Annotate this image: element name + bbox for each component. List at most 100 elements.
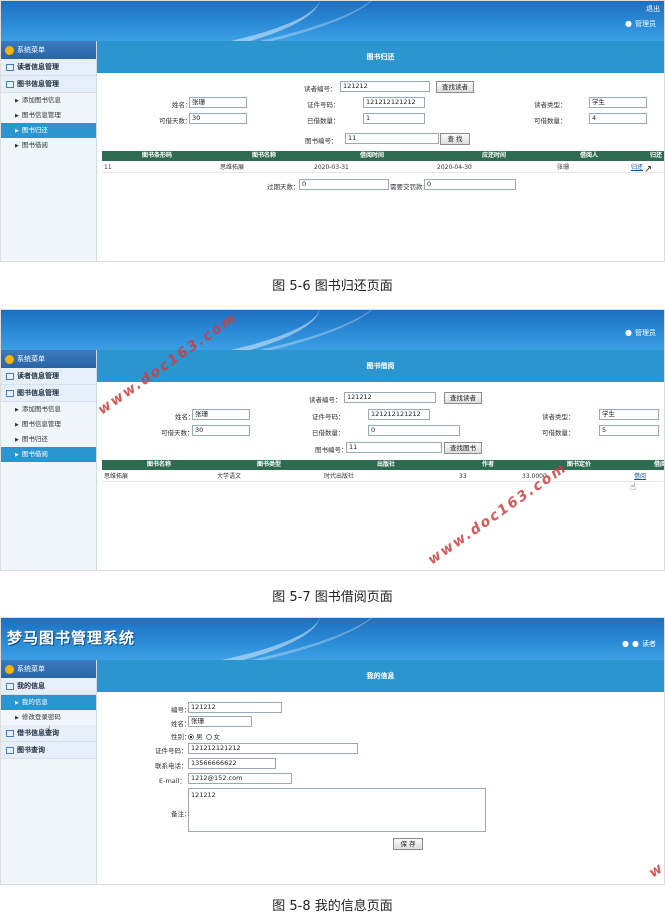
book-no-input[interactable]: 11: [346, 442, 442, 453]
sidebar-group-reader[interactable]: 读者信息管理: [1, 368, 96, 385]
cell-borrow-date: 2020-03-31: [314, 164, 349, 171]
sidebar-item-manage[interactable]: ▶ 图书信息管理: [1, 108, 96, 123]
allowed-field[interactable]: 5: [599, 425, 659, 436]
phone-field[interactable]: 13566666622: [188, 758, 276, 769]
book-no-input[interactable]: 11: [345, 133, 439, 144]
sidebar: 系统菜单 我的信息 ▶ 我的信息 ▶ 修改登录密码 借书信息查询 图书查询: [1, 660, 97, 884]
email-field[interactable]: 1212@152.com: [188, 773, 292, 784]
admin-user[interactable]: ● 管理员: [625, 328, 656, 338]
sidebar-item-return[interactable]: ▶ 图书归还: [1, 432, 96, 447]
overdue-field[interactable]: 0: [299, 179, 389, 190]
id-field[interactable]: 121212121212: [368, 409, 430, 420]
id-field[interactable]: 121212121212: [188, 743, 358, 754]
caret-right-icon: ▶: [15, 407, 19, 413]
caption-fig-5-8: 图 5-8 我的信息页面: [272, 899, 393, 914]
cell-title: 思维拓展: [220, 164, 245, 171]
fine-field[interactable]: 0: [424, 179, 516, 190]
sidebar-item-add[interactable]: ▶ 添加图书信息: [1, 402, 96, 417]
sidebar-item-myinfo[interactable]: ▶ 我的信息: [1, 695, 96, 710]
sidebar-head: 系统菜单: [1, 350, 96, 368]
folder-icon: [6, 729, 14, 737]
sidebar-group-mine[interactable]: 我的信息: [1, 678, 96, 695]
allowed-field[interactable]: 4: [589, 113, 647, 124]
sidebar-item-borrow[interactable]: ▶ 图书借阅: [1, 447, 96, 462]
find-button[interactable]: 查 找: [440, 133, 470, 145]
sidebar-group-book[interactable]: 图书信息管理: [1, 385, 96, 402]
header-banner: ● 管理员 退出: [1, 1, 664, 41]
overdue-label: 过期天数：: [267, 183, 300, 191]
admin-user[interactable]: ● 管理员: [625, 19, 656, 29]
caret-right-icon: ▶: [15, 437, 19, 443]
sidebar-item-borrow[interactable]: ▶ 图书借阅: [1, 138, 96, 153]
days-label: 可借天数：: [159, 117, 192, 125]
admin-label: 管理员: [635, 329, 656, 337]
page-title: 我的信息: [97, 660, 664, 692]
user-icon: ●: [625, 328, 632, 337]
cell-author: 33: [459, 473, 467, 480]
borrow-link[interactable]: 借阅: [634, 472, 646, 482]
logout-link[interactable]: 退出: [646, 4, 660, 14]
col-barcode: 图书条形码: [142, 152, 173, 159]
app-title: 梦马图书管理系统: [7, 629, 136, 647]
return-link[interactable]: 归还: [631, 163, 643, 173]
reader-no-label: 读者编号：: [309, 396, 342, 404]
radio-female[interactable]: [205, 734, 212, 740]
id-field[interactable]: 121212121212: [363, 97, 425, 108]
type-field[interactable]: 学生: [589, 97, 647, 108]
chat-icon: [6, 682, 14, 690]
sidebar-group-reader[interactable]: 读者信息管理: [1, 59, 96, 76]
reader-user[interactable]: ● ● 读者: [622, 639, 656, 649]
type-field[interactable]: 学生: [599, 409, 659, 420]
table-row: 思维拓展 大学语文 时代出版社 33 33.0000 借阅: [102, 472, 664, 482]
col-borrow: 借阅: [654, 461, 665, 468]
admin-label: 管理员: [635, 20, 656, 28]
main-content: 图书借阅 读者编号： 121212 查找读者 姓名： 张珊 证件号码： 1212…: [97, 350, 664, 570]
days-label: 可借天数：: [161, 429, 194, 437]
days-field[interactable]: 30: [189, 113, 247, 124]
col-title: 图书名称: [147, 461, 172, 468]
name-field[interactable]: 张珊: [189, 97, 247, 108]
col-borrow-date: 借阅时间: [360, 152, 385, 159]
name-field[interactable]: 张珊: [188, 716, 252, 727]
sidebar-item-add[interactable]: ▶ 添加图书信息: [1, 93, 96, 108]
sidebar-group-book[interactable]: 图书信息管理: [1, 76, 96, 93]
days-field[interactable]: 30: [192, 425, 250, 436]
hand-cursor-icon: ☝: [630, 482, 637, 493]
caret-right-icon: ▶: [15, 700, 19, 706]
caret-right-icon: ▶: [15, 113, 19, 119]
edit-icon: [6, 746, 14, 754]
find-reader-button[interactable]: 查找读者: [436, 81, 474, 93]
borrowed-field[interactable]: 1: [363, 113, 425, 124]
find-reader-button[interactable]: 查找读者: [444, 392, 482, 404]
reader-no-label: 读者编号：: [304, 85, 337, 93]
borrowed-field[interactable]: 0: [368, 425, 460, 436]
radio-male[interactable]: [188, 734, 194, 740]
save-button[interactable]: 保 存: [393, 838, 423, 850]
find-book-button[interactable]: 查找图书: [444, 442, 482, 454]
borrowed-label: 已借数量：: [312, 429, 345, 437]
col-author: 作者: [482, 461, 495, 468]
sidebar-item-return[interactable]: ▶ 图书归还: [1, 123, 96, 138]
col-title: 图书名称: [252, 152, 277, 159]
cell-publisher: 时代出版社: [324, 473, 355, 480]
col-due-date: 应还时间: [482, 152, 507, 159]
gender-options[interactable]: 男女: [185, 731, 220, 741]
sidebar-item-manage[interactable]: ▶ 图书信息管理: [1, 417, 96, 432]
caret-right-icon: ▶: [15, 98, 19, 104]
hand-cursor-icon: ☝: [45, 725, 52, 736]
sidebar-item-password[interactable]: ▶ 修改登录密码: [1, 710, 96, 725]
name-field[interactable]: 张珊: [192, 409, 250, 420]
sidebar-head: 系统菜单: [1, 660, 96, 678]
caption-fig-5-6: 图 5-6 图书归还页面: [272, 279, 393, 294]
sidebar-group-book-query[interactable]: 图书查询: [1, 742, 96, 759]
sidebar: 系统菜单 读者信息管理 图书信息管理 ▶ 添加图书信息 ▶ 图书信息管理 ▶ 图书归还…: [1, 41, 97, 261]
header-banner: 梦马图书管理系统 ● ● 读者: [1, 618, 664, 660]
id-label: 证件号码：: [312, 413, 345, 421]
male-label: 男: [196, 733, 203, 741]
book-no-label: 图书编号：: [305, 137, 338, 145]
user-icon: ●: [625, 19, 632, 28]
remark-textarea[interactable]: 121212: [188, 788, 486, 832]
no-field[interactable]: 121212: [188, 702, 282, 713]
reader-no-input[interactable]: 121212: [340, 81, 430, 92]
reader-no-input[interactable]: 121212: [344, 392, 436, 403]
